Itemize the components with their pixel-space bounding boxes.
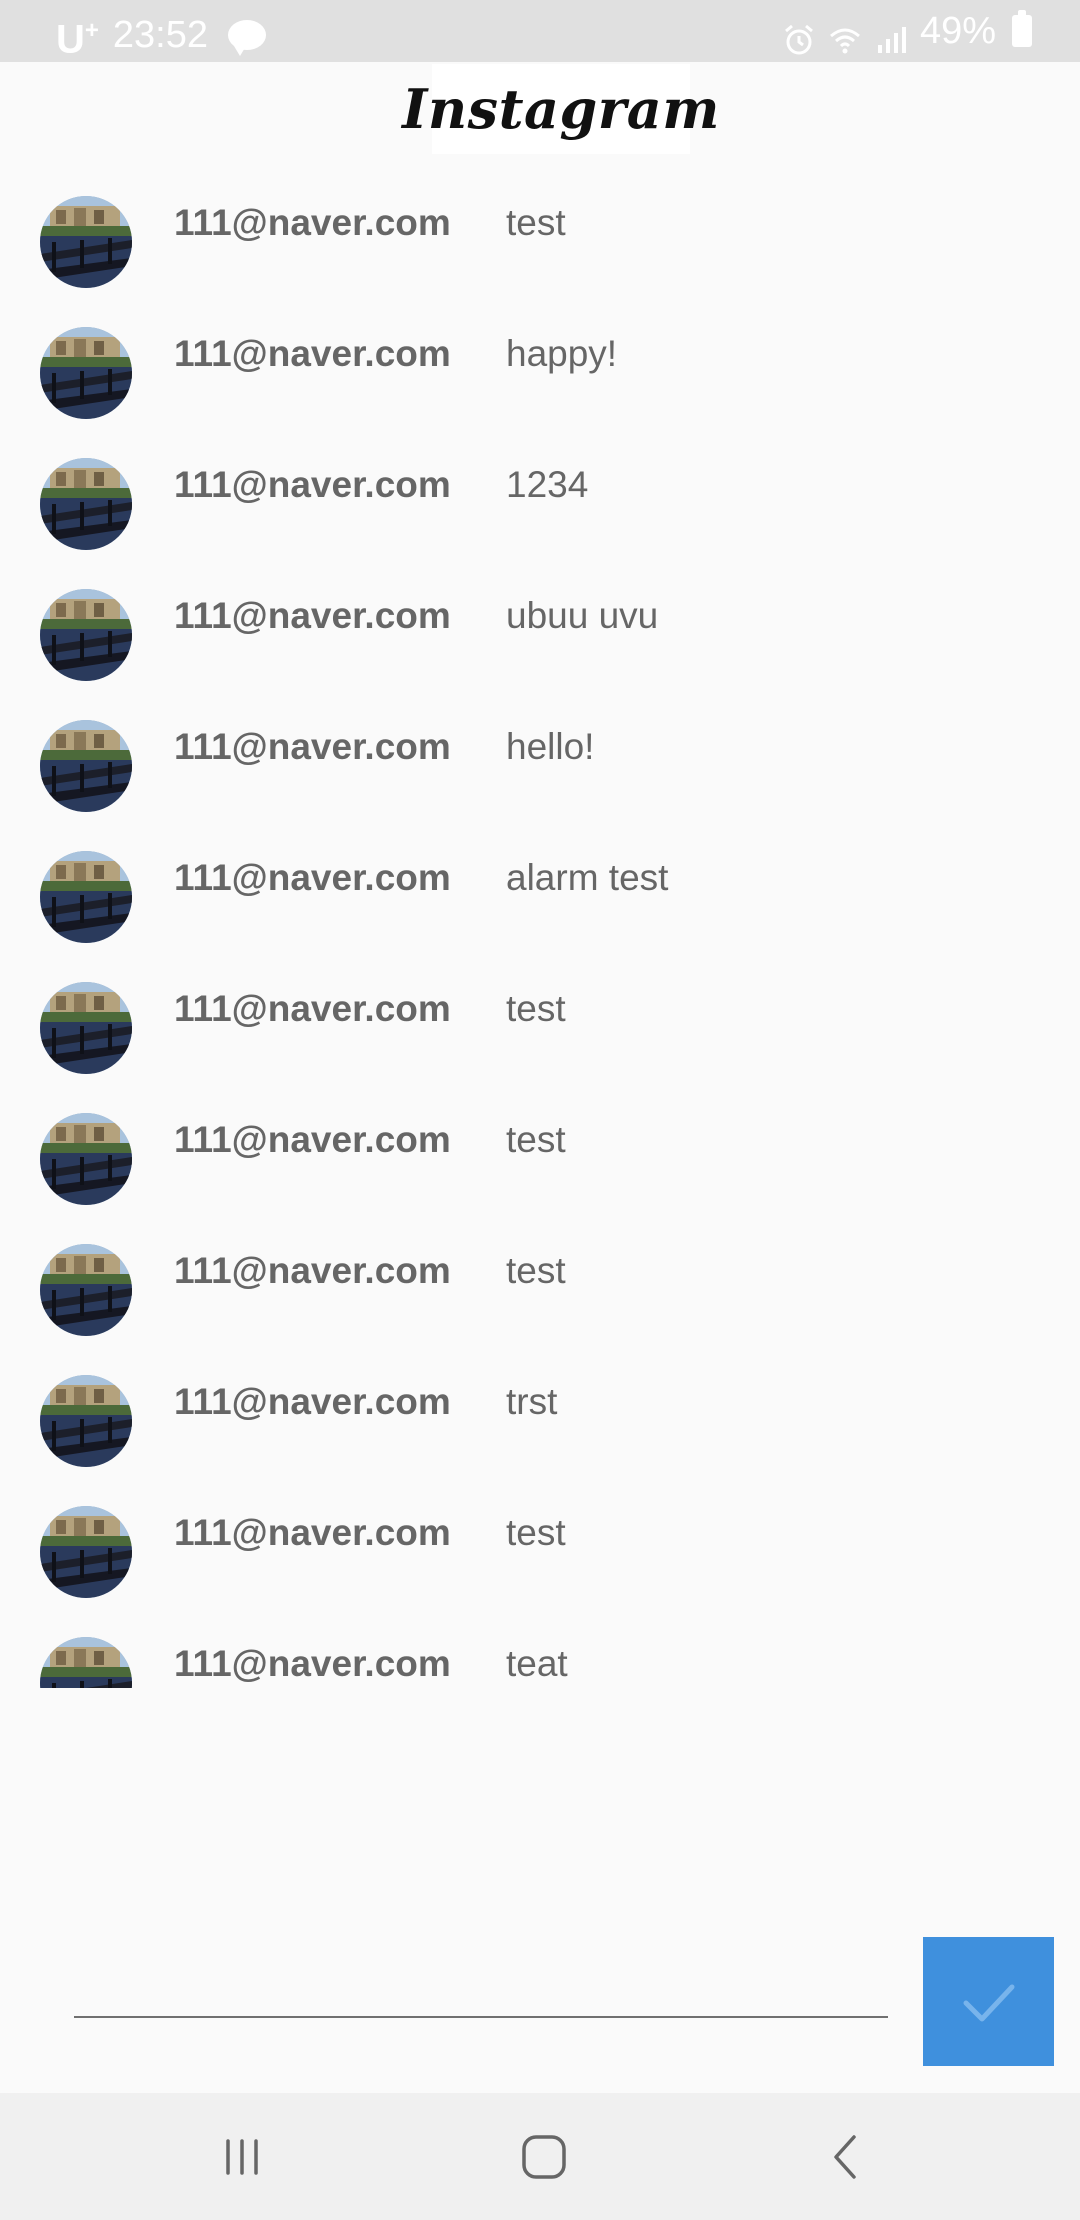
- comment-username[interactable]: 111@naver.com: [174, 857, 451, 899]
- navigation-bar: [0, 2093, 1080, 2220]
- comment-text: test: [506, 1250, 566, 1291]
- avatar[interactable]: [40, 327, 132, 419]
- comment-row[interactable]: 111@naver.com happy!: [0, 299, 1080, 430]
- comment-username[interactable]: 111@naver.com: [174, 1119, 451, 1161]
- avatar[interactable]: [40, 1244, 132, 1336]
- comment-row[interactable]: 111@naver.com ubuu uvu: [0, 561, 1080, 692]
- comment-username[interactable]: 111@naver.com: [174, 726, 451, 768]
- comment-username[interactable]: 111@naver.com: [174, 1512, 451, 1554]
- comment-username[interactable]: 111@naver.com: [174, 1381, 451, 1423]
- comment-row[interactable]: 111@naver.com teat: [0, 1609, 1080, 1688]
- comment-text: test: [506, 988, 566, 1029]
- comment-text: 1234: [506, 464, 589, 505]
- comment-username[interactable]: 111@naver.com: [174, 988, 451, 1030]
- comment-row[interactable]: 111@naver.com test: [0, 954, 1080, 1085]
- comment-username[interactable]: 111@naver.com: [174, 1643, 451, 1685]
- avatar-image: [40, 1506, 132, 1598]
- comment-text: test: [506, 1512, 566, 1553]
- avatar[interactable]: [40, 196, 132, 288]
- carrier-plus: +: [84, 17, 99, 44]
- comment-row[interactable]: 111@naver.com 1234: [0, 430, 1080, 561]
- avatar[interactable]: [40, 1375, 132, 1467]
- comment-username[interactable]: 111@naver.com: [174, 202, 451, 244]
- comment-text: teat: [506, 1643, 568, 1684]
- battery-percent: 49%: [919, 10, 996, 52]
- comment-text: alarm test: [506, 857, 669, 898]
- avatar-image: [40, 1637, 132, 1688]
- avatar-image: [40, 1113, 132, 1205]
- comment-row[interactable]: 111@naver.com test: [0, 1085, 1080, 1216]
- status-time: 23:52: [112, 14, 208, 57]
- avatar-image: [40, 1375, 132, 1467]
- comment-input[interactable]: [74, 1960, 888, 2018]
- alarm-icon: [782, 14, 816, 55]
- status-right: 49%: [782, 0, 1032, 62]
- back-button[interactable]: [766, 2093, 926, 2220]
- avatar-image: [40, 327, 132, 419]
- check-icon: [963, 1984, 1014, 2021]
- avatar[interactable]: [40, 458, 132, 550]
- avatar-image: [40, 458, 132, 550]
- comment-row[interactable]: 111@naver.com alarm test: [0, 823, 1080, 954]
- avatar-image: [40, 196, 132, 288]
- comment-text: ubuu uvu: [506, 595, 659, 636]
- app-logo: Instagram: [402, 64, 719, 154]
- avatar[interactable]: [40, 982, 132, 1074]
- battery-icon: [1012, 10, 1032, 47]
- comment-text: test: [506, 1119, 566, 1160]
- wifi-icon: [828, 14, 862, 54]
- avatar[interactable]: [40, 1637, 132, 1688]
- comment-row[interactable]: 111@naver.com trst: [0, 1347, 1080, 1478]
- comment-list[interactable]: 111@naver.com test 111@naver.com happy! 111@…: [0, 168, 1080, 1688]
- comment-row[interactable]: 111@naver.com test: [0, 1478, 1080, 1609]
- home-icon: [522, 2134, 566, 2179]
- logo-text: Instagram: [402, 77, 720, 141]
- comment-row[interactable]: 111@naver.com test: [0, 168, 1080, 299]
- comment-username[interactable]: 111@naver.com: [174, 333, 451, 375]
- avatar[interactable]: [40, 720, 132, 812]
- carrier-name: U: [56, 17, 85, 62]
- talk-notification-icon: [228, 20, 266, 57]
- signal-icon: [874, 14, 908, 53]
- comment-row[interactable]: 111@naver.com test: [0, 1216, 1080, 1347]
- status-bar: U+ 23:52 49%: [0, 0, 1080, 62]
- comment-username[interactable]: 111@naver.com: [174, 595, 451, 637]
- avatar[interactable]: [40, 1506, 132, 1598]
- home-button[interactable]: [464, 2093, 624, 2220]
- avatar[interactable]: [40, 589, 132, 681]
- submit-comment-button[interactable]: [923, 1937, 1054, 2066]
- comment-username[interactable]: 111@naver.com: [174, 464, 451, 506]
- comment-text: test: [506, 202, 566, 243]
- avatar-image: [40, 851, 132, 943]
- avatar-image: [40, 589, 132, 681]
- avatar-image: [40, 982, 132, 1074]
- avatar[interactable]: [40, 1113, 132, 1205]
- avatar-image: [40, 1244, 132, 1336]
- avatar[interactable]: [40, 851, 132, 943]
- comment-username[interactable]: 111@naver.com: [174, 1250, 451, 1292]
- status-left: U+ 23:52: [56, 0, 266, 70]
- avatar-image: [40, 720, 132, 812]
- comment-text: hello!: [506, 726, 595, 767]
- recent-apps-icon: [226, 2138, 258, 2175]
- carrier-label: U+: [56, 0, 99, 70]
- comment-row[interactable]: 111@naver.com hello!: [0, 692, 1080, 823]
- comment-text: trst: [506, 1381, 558, 1422]
- back-icon: [834, 2134, 856, 2179]
- comment-text: happy!: [506, 333, 618, 374]
- recent-apps-button[interactable]: [162, 2093, 322, 2220]
